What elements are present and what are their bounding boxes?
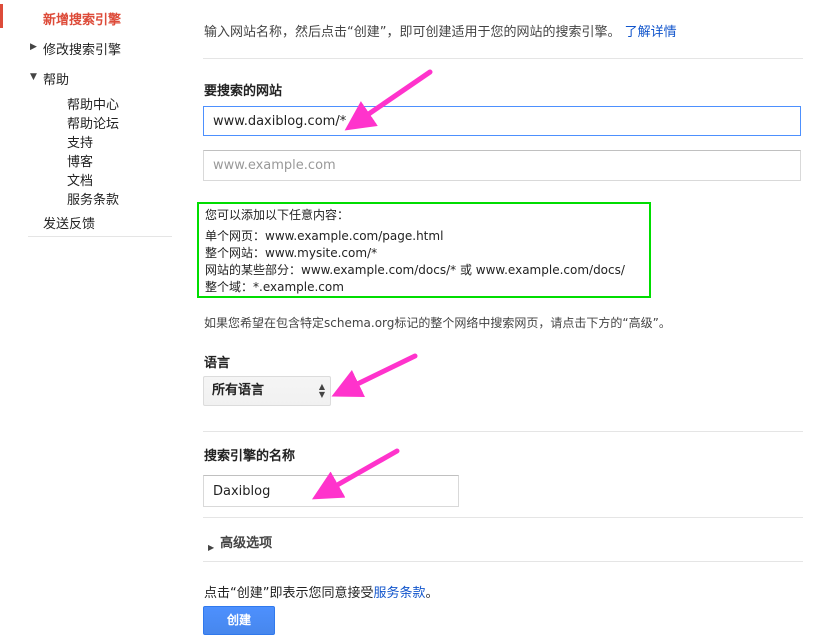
section-divider [203, 58, 803, 59]
sidebar-item-new-engine[interactable]: 新增搜索引擎 [43, 9, 121, 28]
terms-text: 点击“创建”即表示您同意接受服务条款。 [204, 582, 439, 601]
engine-name-input[interactable] [203, 475, 459, 507]
hint-line: 整个域：*.example.com [205, 280, 344, 294]
hint-line: 网站的某些部分：www.example.com/docs/* 或 www.exa… [205, 263, 625, 277]
language-label: 语言 [204, 356, 231, 371]
section-divider [203, 517, 803, 518]
help-item-support[interactable]: 支持 [67, 132, 93, 151]
hint-title: 您可以添加以下任意内容： [205, 208, 350, 222]
section-divider [203, 561, 803, 562]
engine-name-label: 搜索引擎的名称 [204, 449, 296, 464]
sites-label: 要搜索的网站 [204, 84, 283, 99]
chevron-right-icon[interactable]: ▶ [30, 42, 37, 52]
site-format-hint: 您可以添加以下任意内容： 单个网页：www.example.com/page.h… [197, 202, 651, 298]
language-select[interactable]: 所有语言 ▲ ▼ [203, 376, 331, 406]
site-input-2[interactable] [203, 150, 801, 181]
section-divider [203, 431, 803, 432]
language-selected-value: 所有语言 [212, 383, 265, 398]
intro-description: 输入网站名称，然后点击“创建”，即可创建适用于您的网站的搜索引擎。 [204, 25, 621, 40]
sidebar-item-edit-engine[interactable]: 修改搜索引擎 [43, 39, 121, 58]
learn-more-link[interactable]: 了解详情 [625, 25, 677, 40]
help-item-help-center[interactable]: 帮助中心 [67, 94, 119, 113]
create-button[interactable]: 创建 [203, 606, 275, 635]
hint-line: 单个网页：www.example.com/page.html [205, 229, 444, 243]
sidebar-divider [28, 236, 172, 237]
help-item-help-forum[interactable]: 帮助论坛 [67, 113, 119, 132]
sidebar-item-help[interactable]: 帮助 [43, 69, 69, 88]
intro-text: 输入网站名称，然后点击“创建”，即可创建适用于您的网站的搜索引擎。 了解详情 [204, 21, 677, 40]
select-arrows-icon: ▲ ▼ [318, 382, 325, 399]
active-indicator [0, 4, 3, 28]
help-item-blog[interactable]: 博客 [67, 151, 93, 170]
sidebar-item-feedback[interactable]: 发送反馈 [43, 213, 95, 232]
advanced-options-label: 高级选项 [220, 536, 273, 551]
chevron-right-icon: ▶ [208, 543, 215, 552]
terms-link[interactable]: 服务条款 [373, 586, 425, 601]
help-item-terms[interactable]: 服务条款 [67, 189, 119, 208]
chevron-down-icon[interactable]: ▼ [30, 72, 37, 82]
advanced-options-toggle[interactable]: ▶ 高级选项 [208, 532, 273, 552]
site-input-1[interactable] [203, 106, 801, 136]
sidebar: 新增搜索引擎 ▶ 修改搜索引擎 ▼ 帮助 帮助中心 帮助论坛 支持 博客 文档 … [0, 0, 180, 638]
help-item-docs[interactable]: 文档 [67, 170, 93, 189]
terms-prefix: 点击“创建”即表示您同意接受 [204, 586, 374, 601]
hint-line: 整个网站：www.mysite.com/* [205, 246, 378, 260]
annotation-arrow [331, 353, 418, 397]
terms-suffix: 。 [425, 586, 439, 601]
schema-note: 如果您希望在包含特定schema.org标记的整个网络中搜索网页，请点击下方的“… [204, 316, 671, 330]
